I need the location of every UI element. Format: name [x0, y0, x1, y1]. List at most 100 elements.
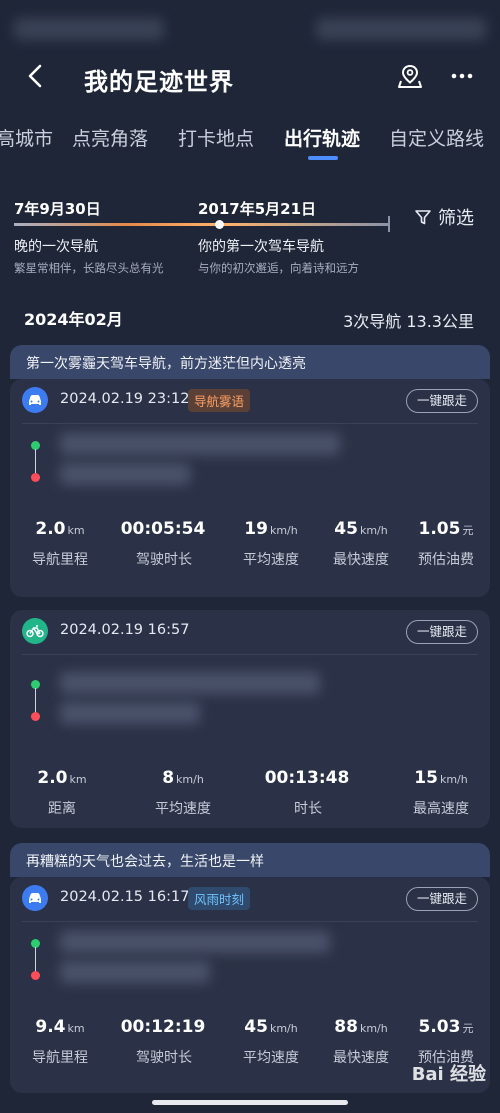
filter-icon	[415, 210, 431, 225]
status-right-blurred	[316, 18, 486, 40]
timeline-end-tick	[388, 216, 390, 232]
tab-trips[interactable]: 出行轨迹	[284, 124, 360, 151]
route-address-blurred-2	[60, 702, 200, 724]
stat-unit: 元	[462, 524, 474, 537]
stat-value: 5.03	[418, 1017, 461, 1037]
stat-value: 00:05:54	[120, 519, 206, 539]
route-address-blurred	[60, 433, 340, 455]
stat-unit: km	[69, 773, 87, 786]
trip-tag: 导航雾语	[188, 389, 251, 412]
end-dot-icon	[31, 473, 40, 482]
route-line	[35, 947, 36, 973]
tab-custom-route[interactable]: 自定义路线	[389, 124, 484, 151]
trip-time: 2024.02.19 23:12	[60, 391, 190, 407]
tab-light-corner[interactable]: 点亮角落	[72, 124, 148, 151]
stat-unit: km/h	[269, 524, 298, 537]
stat-label: 最高速度	[413, 801, 469, 817]
follow-route-button[interactable]: 一键跟走	[405, 620, 478, 644]
route-address-blurred	[60, 672, 320, 694]
stat-value: 2.0	[35, 519, 66, 539]
watermark: Bai 经验	[411, 1064, 486, 1085]
end-dot-icon	[31, 971, 40, 980]
stat-max-speed: 45 km/h 最快速度	[316, 519, 406, 569]
stat-duration: 00:05:54 驾驶时长	[114, 519, 214, 569]
divider	[22, 423, 478, 424]
map-pin-icon[interactable]	[396, 62, 424, 90]
group-banner: 再糟糕的天气也会过去，生活也是一样	[10, 843, 490, 877]
route-line	[35, 449, 36, 475]
stat-distance: 2.0 km 距离	[24, 768, 100, 818]
stat-value: 45	[334, 519, 358, 539]
trip-card[interactable]: 2024.02.19 16:57 一键跟走 2.0 km 距离 8 km/h 平均速…	[10, 610, 490, 828]
stat-value: 2.0	[37, 768, 68, 788]
route-summary	[10, 927, 490, 1007]
filter-button[interactable]: 筛选	[414, 204, 474, 230]
group-banner: 第一次雾霾天驾车导航，前方迷茫但内心透亮	[10, 345, 490, 379]
stat-label: 导航里程	[32, 552, 88, 568]
month-summary: 3次导航 13.3公里	[343, 312, 474, 331]
tab-checkin[interactable]: 打卡地点	[178, 124, 254, 151]
end-dot-icon	[31, 712, 40, 721]
stat-unit: km/h	[176, 773, 204, 786]
stat-fuel-cost: 1.05 元 预估油费	[406, 519, 486, 569]
stat-unit: km	[67, 524, 85, 537]
active-tab-indicator	[308, 156, 338, 160]
timeline-dot	[215, 220, 224, 229]
trip-time: 2024.02.15 16:17	[60, 889, 190, 905]
stat-unit: km/h	[359, 524, 388, 537]
stat-label: 平均速度	[155, 801, 211, 817]
trip-tag: 风雨时刻	[188, 887, 251, 910]
tab-city[interactable]: 高城市	[0, 124, 53, 151]
home-indicator[interactable]	[152, 1100, 348, 1105]
stat-label: 驾驶时长	[136, 552, 192, 568]
filter-label: 筛选	[438, 208, 474, 229]
car-icon	[22, 387, 48, 413]
trip-stats: 2.0 km 导航里程 00:05:54 驾驶时长 19 km/h 平均速度 45 k…	[10, 519, 490, 579]
trip-time: 2024.02.19 16:57	[60, 622, 190, 638]
header: 我的足迹世界	[0, 50, 500, 106]
stat-label: 平均速度	[243, 552, 299, 568]
route-address-blurred-2	[60, 463, 190, 485]
stat-distance: 9.4 km 导航里程	[26, 1017, 94, 1067]
stat-label: 最快速度	[333, 552, 389, 568]
timeline-left-heading: 晚的一次导航	[14, 239, 98, 255]
timeline-right-sub: 与你的初次邂逅，向着诗和远方	[198, 261, 359, 275]
stat-label: 驾驶时长	[136, 1050, 192, 1066]
stat-label: 时长	[294, 801, 322, 817]
status-bar	[0, 0, 500, 50]
route-line	[35, 688, 36, 714]
trip-group-3: 再糟糕的天气也会过去，生活也是一样 2024.02.15 16:17 风雨时刻 …	[10, 843, 490, 1093]
stat-unit: km	[67, 1022, 85, 1035]
trip-card[interactable]: 2024.02.19 23:12 导航雾语 一键跟走 2.0 km 导航里程 00…	[10, 379, 490, 597]
stat-max-speed: 88 km/h 最快速度	[316, 1017, 406, 1067]
bike-icon	[22, 618, 48, 644]
stat-value: 00:12:19	[120, 1017, 206, 1037]
stat-label: 最快速度	[333, 1050, 389, 1066]
trip-stats: 2.0 km 距离 8 km/h 平均速度 00:13:48 时长 15 km/h 最…	[10, 768, 490, 828]
stat-unit: 元	[462, 1022, 474, 1035]
follow-route-button[interactable]: 一键跟走	[405, 389, 478, 413]
stat-duration: 00:12:19 驾驶时长	[114, 1017, 214, 1067]
back-arrow-icon[interactable]	[22, 62, 50, 90]
stat-value: 19	[244, 519, 268, 539]
stat-value: 88	[334, 1017, 358, 1037]
route-address-blurred-2	[60, 961, 210, 983]
timeline-line	[14, 223, 390, 226]
follow-route-button[interactable]: 一键跟走	[405, 887, 478, 911]
stat-distance: 2.0 km 导航里程	[26, 519, 94, 569]
divider	[22, 921, 478, 922]
car-icon	[22, 885, 48, 911]
stat-avg-speed: 45 km/h 平均速度	[226, 1017, 316, 1067]
more-icon[interactable]	[448, 62, 476, 90]
timeline: 7年9月30日 2017年5月21日 晚的一次导航 你的第一次驾车导航 繁星常相…	[0, 190, 500, 280]
stat-unit: km/h	[439, 773, 468, 786]
divider	[22, 654, 478, 655]
status-left-blurred	[14, 18, 164, 40]
route-address-blurred	[60, 931, 330, 953]
stat-label: 导航里程	[32, 1050, 88, 1066]
stat-avg-speed: 19 km/h 平均速度	[226, 519, 316, 569]
stat-value: 1.05	[418, 519, 461, 539]
month-label: 2024年02月	[24, 310, 123, 329]
stat-value: 9.4	[35, 1017, 66, 1037]
stat-max-speed: 15 km/h 最高速度	[396, 768, 486, 818]
